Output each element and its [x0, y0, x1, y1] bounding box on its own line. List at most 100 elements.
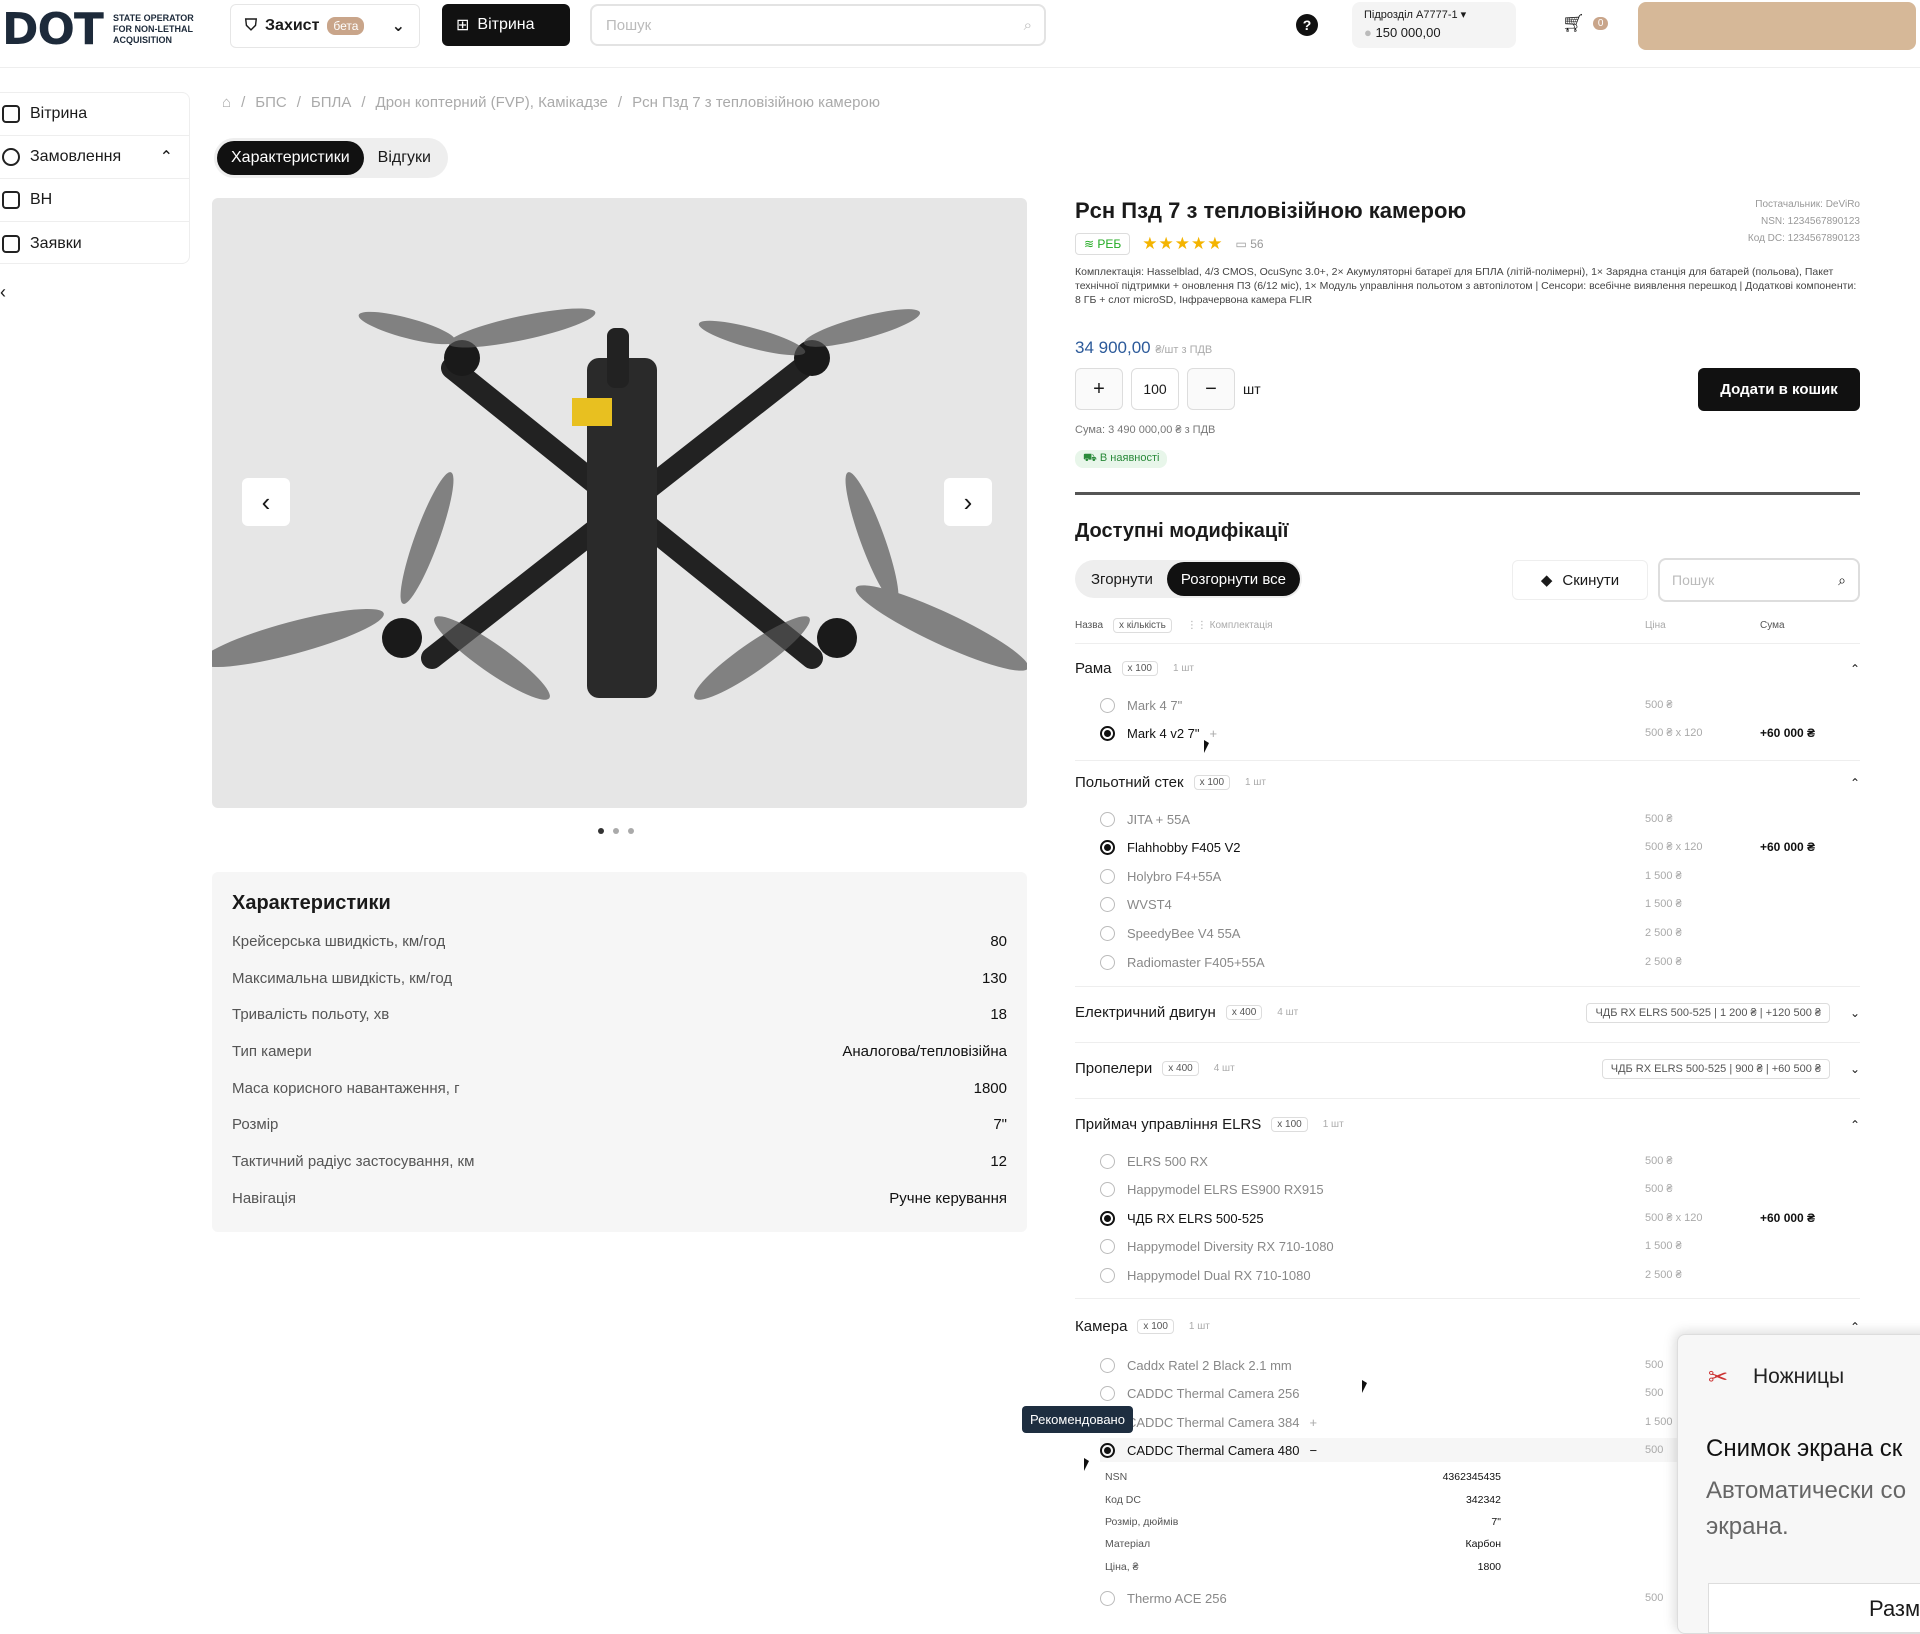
eraser-icon: ◆ — [1540, 572, 1553, 589]
group-header-stack[interactable]: Польотний стек x 100 1 шт ⌃ — [1075, 774, 1860, 791]
collapse-all-button[interactable]: Згорнути — [1077, 562, 1167, 596]
group-header-propellers[interactable]: Пропелери x 400 4 шт ЧДБ RX ELRS 500-525 | … — [1075, 1058, 1860, 1079]
radio[interactable] — [1100, 697, 1115, 713]
chevron-up-icon[interactable]: ⌃ — [1850, 662, 1860, 676]
col-kompl[interactable]: ⋮⋮ Комплектація — [1182, 619, 1278, 632]
vitryna-label: Вітрина — [477, 16, 535, 33]
logo[interactable]: DOT STATE OPERATOR FOR NON-LETHAL ACQUIS… — [2, 4, 203, 55]
plus-icon[interactable]: + — [1309, 1415, 1317, 1430]
chevron-up-icon[interactable]: ⌃ — [1850, 1118, 1860, 1132]
quantity-unit: шт — [1243, 381, 1261, 397]
mods-search-input[interactable]: Пошук ⌕ — [1658, 558, 1860, 602]
option-name: Thermo ACE 256 — [1127, 1590, 1227, 1606]
quantity-input[interactable]: 100 — [1131, 368, 1179, 410]
radio[interactable] — [1100, 839, 1115, 855]
gallery-dots[interactable] — [598, 828, 634, 834]
group-header-frame[interactable]: Рама x 100 1 шт ⌃ — [1075, 660, 1860, 677]
option-row[interactable]: Mark 4 v2 7" +500 ₴ x 120 +60 000 ₴ — [1100, 721, 1830, 745]
user-menu[interactable] — [1638, 2, 1916, 50]
option-name: WVST4 — [1127, 896, 1172, 912]
radio[interactable] — [1100, 1590, 1115, 1606]
chevron-down-icon[interactable]: ⌄ — [1850, 1062, 1860, 1076]
group-header-camera[interactable]: Камера x 100 1 шт ⌃ — [1075, 1318, 1860, 1335]
radio[interactable] — [1100, 1357, 1115, 1373]
dot[interactable] — [613, 828, 619, 834]
tab-characteristics[interactable]: Характеристики — [217, 141, 364, 175]
option-total: +60 000 ₴ — [1760, 726, 1816, 740]
chevron-up-icon[interactable]: ⌃ — [1850, 1320, 1860, 1334]
sidebar-item-vitryna[interactable]: Вітрина — [0, 93, 189, 136]
spec-value: 1800 — [973, 1079, 1007, 1097]
stock-label: В наявності — [1099, 452, 1160, 464]
prev-image-button[interactable]: ‹ — [242, 478, 290, 526]
zakhyst-dropdown[interactable]: ⛉ Захист бета ⌄ — [230, 4, 420, 48]
home-icon[interactable]: ⌂ — [222, 94, 231, 111]
option-row[interactable]: Flahhobby F405 V2 500 ₴ x 120 +60 000 ₴ — [1100, 835, 1830, 859]
detail-value: 7" — [1491, 1515, 1501, 1528]
radio[interactable] — [1100, 868, 1115, 884]
option-row[interactable]: Happymodel ELRS ES900 RX915 500 ₴ — [1100, 1177, 1830, 1201]
group-header-elrs[interactable]: Приймач управління ELRS x 100 1 шт ⌃ — [1075, 1116, 1860, 1133]
radio[interactable] — [1100, 725, 1115, 741]
sidebar-item-orders[interactable]: Замовлення ⌃ — [0, 136, 189, 179]
sidebar-item-requests[interactable]: Заявки — [0, 222, 189, 265]
increment-button[interactable]: + — [1075, 368, 1123, 410]
search-icon[interactable]: ⌕ — [1024, 17, 1032, 34]
reviews-count[interactable]: ▭ 56 — [1236, 237, 1264, 251]
sidebar-item-vn[interactable]: ВН — [0, 179, 189, 222]
top-header: DOT STATE OPERATOR FOR NON-LETHAL ACQUIS… — [0, 0, 1920, 68]
radio[interactable] — [1100, 1153, 1115, 1169]
radio[interactable] — [1100, 1267, 1115, 1283]
radio[interactable] — [1100, 896, 1115, 912]
price-unit: ₴/шт з ПДВ — [1155, 344, 1213, 356]
option-row[interactable]: Holybro F4+55A 1 500 ₴ — [1100, 864, 1830, 888]
search-input[interactable]: Пошук ⌕ — [590, 4, 1046, 46]
product-badges: ≋ РЕБ ★★★★★ ▭ 56 — [1075, 233, 1264, 255]
option-total: +60 000 ₴ — [1760, 840, 1816, 854]
help-icon[interactable]: ? — [1296, 14, 1318, 36]
cart-button[interactable]: 🛒︎ 0 — [1562, 13, 1609, 34]
breadcrumb-item[interactable]: Дрон коптерний (FVP), Камікадзе — [376, 94, 608, 111]
minus-icon[interactable]: − — [1309, 1443, 1317, 1458]
radio[interactable] — [1100, 954, 1115, 970]
add-to-cart-button[interactable]: Додати в кошик — [1698, 368, 1860, 411]
breadcrumb-item[interactable]: БПЛА — [311, 94, 351, 111]
expand-all-button[interactable]: Розгорнути все — [1166, 562, 1300, 596]
radio[interactable] — [1100, 1210, 1115, 1226]
option-row[interactable]: Mark 4 7" 500 ₴ — [1100, 693, 1830, 717]
chevron-down-icon[interactable]: ⌄ — [1850, 1006, 1860, 1020]
radio[interactable] — [1100, 811, 1115, 827]
radio[interactable] — [1100, 1442, 1115, 1458]
decrement-button[interactable]: − — [1187, 368, 1235, 410]
option-row[interactable]: ЧДБ RX ELRS 500-525 500 ₴ x 120 +60 000 ₴ — [1100, 1206, 1830, 1230]
snipping-notification[interactable]: ✂ Ножницы Снимок экрана ск Автоматически… — [1677, 1334, 1920, 1634]
markup-button[interactable]: Разм — [1708, 1583, 1920, 1633]
option-row[interactable]: JITA + 55A 500 ₴ — [1100, 807, 1830, 831]
option-row[interactable]: WVST4 1 500 ₴ — [1100, 892, 1830, 916]
option-row[interactable]: SpeedyBee V4 55A 2 500 ₴ — [1100, 921, 1830, 945]
balance-value: 150 000,00 — [1375, 25, 1441, 40]
col-qty[interactable]: x кількість — [1113, 618, 1172, 633]
dot[interactable] — [598, 828, 604, 834]
option-row[interactable]: Happymodel Dual RX 710-1080 2 500 ₴ — [1100, 1263, 1830, 1287]
next-image-button[interactable]: › — [944, 478, 992, 526]
breadcrumb-item[interactable]: БПС — [255, 94, 286, 111]
unit-selector[interactable]: Підрозділ А7777-1 ▾ ● 150 000,00 — [1352, 2, 1516, 48]
option-row[interactable]: ELRS 500 RX 500 ₴ — [1100, 1149, 1830, 1173]
tab-reviews[interactable]: Відгуки — [364, 141, 445, 175]
radio[interactable] — [1100, 1385, 1115, 1401]
option-row[interactable]: Happymodel Diversity RX 710-1080 1 500 ₴ — [1100, 1234, 1830, 1258]
group-header-motor[interactable]: Електричний двигун x 400 4 шт ЧДБ RX ELRS 5… — [1075, 1002, 1860, 1023]
option-row[interactable]: Radiomaster F405+55A 2 500 ₴ — [1100, 950, 1830, 974]
radio[interactable] — [1100, 1181, 1115, 1197]
radio[interactable] — [1100, 1238, 1115, 1254]
vitryna-button[interactable]: ⊞ Вітрина — [442, 4, 570, 46]
reset-button[interactable]: ◆ Скинути — [1512, 560, 1648, 600]
collapse-sidebar-icon[interactable]: ‹ — [0, 282, 6, 303]
chevron-up-icon[interactable]: ⌃ — [1850, 776, 1860, 790]
detail-row: Ціна, ₴ 1800 — [1105, 1556, 1501, 1578]
dot[interactable] — [628, 828, 634, 834]
plus-icon[interactable]: + — [1210, 726, 1218, 741]
group-summary: ЧДБ RX ELRS 500-525 | 900 ₴ | +60 500 ₴ — [1601, 1058, 1830, 1079]
radio[interactable] — [1100, 925, 1115, 941]
